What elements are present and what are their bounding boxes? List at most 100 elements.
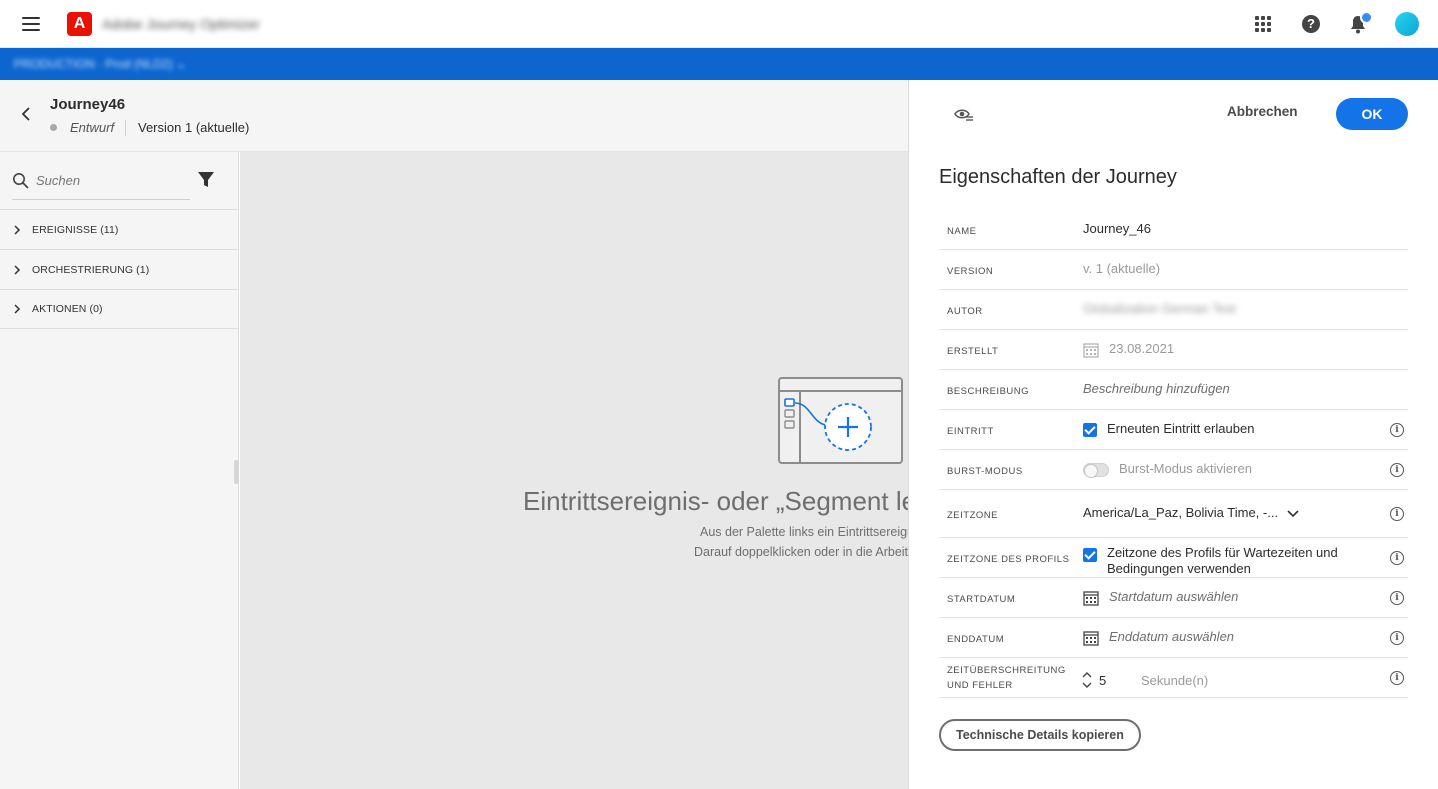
info-icon[interactable]: i xyxy=(1390,507,1404,521)
search-icon xyxy=(13,173,29,189)
search-input[interactable] xyxy=(36,173,186,188)
checkbox-label: Erneuten Eintritt erlauben xyxy=(1107,421,1255,436)
empty-canvas-illustration xyxy=(778,377,903,464)
timeout-unit: Sekunde(n) xyxy=(1141,673,1209,688)
toggle-label: Burst-Modus aktivieren xyxy=(1119,461,1252,476)
journey-properties-panel: Abbrechen OK Eigenschaften der Journey N… xyxy=(908,80,1438,789)
info-icon[interactable]: i xyxy=(1390,551,1404,565)
adobe-logo[interactable]: A xyxy=(67,12,92,36)
prop-row-timezone: ZEITZONE America/La_Paz, Bolivia Time, -… xyxy=(939,490,1408,538)
timeout-value[interactable]: 5 xyxy=(1099,673,1106,688)
chevron-right-icon xyxy=(14,264,21,275)
status-dot xyxy=(50,124,57,131)
sandbox-switcher[interactable]: PRODUCTION · Prod (NLD2) ⌄ xyxy=(14,57,186,71)
filter-icon[interactable] xyxy=(197,171,215,189)
ok-button[interactable]: OK xyxy=(1336,98,1408,130)
prop-row-start-date: STARTDATUM Startdatum auswählen i xyxy=(939,578,1408,618)
empty-canvas-hint: Aus der Palette links ein Eintrittsereig… xyxy=(700,525,908,539)
prop-row-entry: EINTRITT Erneuten Eintritt erlauben i xyxy=(939,410,1408,450)
prop-row-name: NAME Journey_46 xyxy=(939,210,1408,250)
back-arrow-icon[interactable] xyxy=(18,106,34,122)
author-value: Globalization German Test xyxy=(1083,301,1236,316)
info-icon[interactable]: i xyxy=(1390,631,1404,645)
palette-section-events[interactable]: EREIGNISSE (11) xyxy=(0,209,238,249)
calendar-icon xyxy=(1083,343,1099,358)
cancel-button[interactable]: Abbrechen xyxy=(1227,104,1298,119)
prop-label: BESCHREIBUNG xyxy=(947,386,1030,397)
prop-row-version: VERSION v. 1 (aktuelle) xyxy=(939,250,1408,290)
start-date-field[interactable]: Startdatum auswählen xyxy=(1109,589,1238,604)
profile-timezone-checkbox[interactable] xyxy=(1083,548,1097,562)
version-value: v. 1 (aktuelle) xyxy=(1083,261,1161,276)
chevron-down-icon[interactable] xyxy=(1287,509,1299,519)
prop-label: NAME xyxy=(947,226,977,237)
divider xyxy=(125,120,126,136)
prop-label-line: UND FEHLER xyxy=(947,680,1013,691)
journey-header: Journey46 Entwurf Version 1 (aktuelle) xyxy=(0,80,908,152)
checkbox-label-line: Bedingungen verwenden xyxy=(1107,561,1251,576)
prop-label: AUTOR xyxy=(947,306,983,317)
reentry-checkbox[interactable] xyxy=(1083,423,1097,437)
info-icon[interactable]: i xyxy=(1390,463,1404,477)
prop-row-author: AUTOR Globalization German Test xyxy=(939,290,1408,330)
palette-section-label: AKTIONEN (0) xyxy=(32,303,103,315)
palette-section-label: EREIGNISSE (11) xyxy=(32,223,119,236)
palette-section-orchestration[interactable]: ORCHESTRIERUNG (1) xyxy=(0,249,238,289)
journey-version: Version 1 (aktuelle) xyxy=(138,120,250,135)
prop-row-timeout: ZEITÜBERSCHREITUNG UND FEHLER 5 Sekunde(… xyxy=(939,658,1408,698)
journey-canvas[interactable]: Eintrittsereignis- oder „Segment lese Au… xyxy=(240,152,908,789)
calendar-icon[interactable] xyxy=(1083,630,1099,646)
chevron-right-icon xyxy=(14,304,21,314)
journey-title: Journey46 xyxy=(50,96,126,113)
journey-name-field[interactable]: Journey_46 xyxy=(1083,221,1151,236)
hamburger-menu-icon[interactable] xyxy=(22,15,40,33)
prop-label: VERSION xyxy=(947,266,994,277)
end-date-field[interactable]: Enddatum auswählen xyxy=(1109,629,1234,644)
burst-mode-toggle[interactable] xyxy=(1083,463,1109,478)
prop-label: BURST-MODUS xyxy=(947,466,1023,477)
calendar-icon[interactable] xyxy=(1083,590,1099,606)
app-switcher-icon[interactable] xyxy=(1255,16,1271,32)
prop-label: ENDDATUM xyxy=(947,634,1005,645)
activity-palette: EREIGNISSE (11) ORCHESTRIERUNG (1) AKTIO… xyxy=(0,152,239,789)
palette-section-actions[interactable]: AKTIONEN (0) xyxy=(0,289,238,329)
prop-label: ZEITZONE xyxy=(947,510,998,521)
timezone-select[interactable]: America/La_Paz, Bolivia Time, -... xyxy=(1083,505,1278,520)
info-icon[interactable]: i xyxy=(1390,671,1404,685)
app-title[interactable]: Adobe Journey Optimizer xyxy=(102,16,260,32)
stepper-arrows-icon[interactable] xyxy=(1081,670,1093,690)
prop-label: STARTDATUM xyxy=(947,594,1016,605)
checkbox-label-line: Zeitzone des Profils für Wartezeiten und xyxy=(1107,545,1338,560)
description-field[interactable]: Beschreibung hinzufügen xyxy=(1083,381,1230,396)
prop-row-burst: BURST-MODUS Burst-Modus aktivieren i xyxy=(939,450,1408,490)
help-icon[interactable]: ? xyxy=(1302,15,1320,33)
prop-row-profile-timezone: ZEITZONE DES PROFILS Zeitzone des Profil… xyxy=(939,538,1408,578)
copy-technical-details-button[interactable]: Technische Details kopieren xyxy=(939,719,1141,751)
notification-badge xyxy=(1360,11,1373,24)
prop-label: ZEITÜBERSCHREITUNG UND FEHLER xyxy=(947,663,1066,693)
palette-search[interactable] xyxy=(12,168,190,200)
info-icon[interactable]: i xyxy=(1390,591,1404,605)
sandbox-bar: PRODUCTION · Prod (NLD2) ⌄ xyxy=(0,48,1438,80)
prop-row-end-date: ENDDATUM Enddatum auswählen i xyxy=(939,618,1408,658)
prop-row-description: BESCHREIBUNG Beschreibung hinzufügen xyxy=(939,370,1408,410)
user-avatar[interactable] xyxy=(1395,12,1419,36)
panel-title: Eigenschaften der Journey xyxy=(939,166,1177,188)
visibility-toggle-icon[interactable] xyxy=(953,106,975,124)
palette-resize-handle[interactable] xyxy=(234,460,239,484)
empty-canvas-hint: Darauf doppelklicken oder in die Arbeit xyxy=(694,545,908,559)
journey-status: Entwurf xyxy=(70,120,115,135)
checkbox-label: Zeitzone des Profils für Wartezeiten und… xyxy=(1107,545,1338,577)
palette-section-label: ORCHESTRIERUNG (1) xyxy=(32,263,150,276)
prop-label: EINTRITT xyxy=(947,426,994,437)
prop-label-line: ZEITÜBERSCHREITUNG xyxy=(947,665,1066,676)
prop-row-created: ERSTELLT 23.08.2021 xyxy=(939,330,1408,370)
info-icon[interactable]: i xyxy=(1390,423,1404,437)
chevron-right-icon xyxy=(14,224,21,235)
prop-label: ZEITZONE DES PROFILS xyxy=(947,554,1070,565)
created-date: 23.08.2021 xyxy=(1109,341,1175,356)
prop-label: ERSTELLT xyxy=(947,346,999,357)
top-bar: A Adobe Journey Optimizer ? xyxy=(0,0,1438,48)
empty-canvas-title: Eintrittsereignis- oder „Segment lese xyxy=(523,486,908,516)
properties-table: NAME Journey_46 VERSION v. 1 (aktuelle) … xyxy=(939,210,1408,698)
